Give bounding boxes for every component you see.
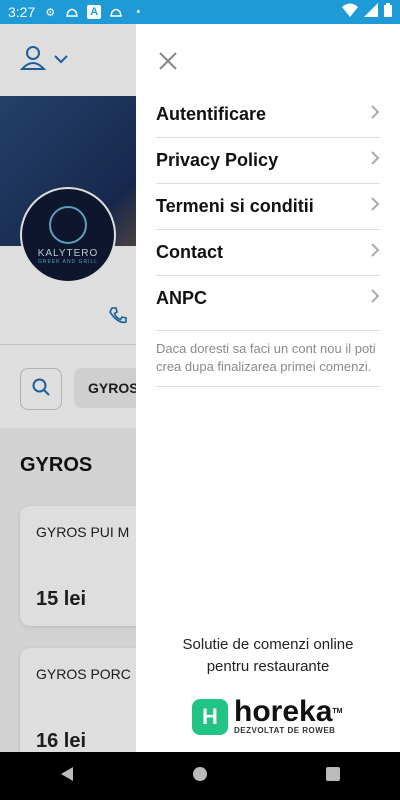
account-note: Daca doresti sa faci un cont nou il poti… — [156, 340, 380, 387]
chevron-right-icon — [370, 104, 380, 125]
menu-item-label: Termeni si conditii — [156, 196, 314, 216]
menu-item-label: Privacy Policy — [156, 150, 279, 170]
notification-icon — [65, 5, 79, 19]
recents-icon[interactable] — [313, 766, 353, 787]
menu-item-contact[interactable]: Contact — [156, 230, 380, 276]
menu-item-anpc[interactable]: ANPC — [156, 276, 380, 321]
side-drawer: Autentificare Privacy Policy Termeni si … — [136, 24, 400, 752]
menu-item-label: Contact — [156, 242, 223, 262]
horeka-h-icon: H — [192, 698, 228, 735]
status-bar: 3:27 ⚙ A • — [0, 0, 400, 24]
scrim-overlay[interactable] — [0, 24, 136, 752]
settings-icon: ⚙ — [45, 6, 56, 19]
a-icon: A — [87, 5, 102, 19]
chevron-right-icon — [370, 288, 380, 309]
close-icon — [158, 47, 178, 77]
back-icon[interactable] — [47, 766, 87, 787]
brand-name: horeka — [234, 695, 333, 728]
footer-line-2: pentru restaurante — [206, 658, 330, 675]
brand-sub: DEZVOLTAT DE ROWEB — [234, 726, 336, 735]
divider — [156, 330, 380, 331]
menu-item-termeni[interactable]: Termeni si conditii — [156, 184, 380, 230]
menu-item-label: ANPC — [156, 288, 208, 308]
home-icon[interactable] — [180, 766, 220, 787]
notification-icon — [109, 5, 123, 19]
menu-item-label: Autentificare — [156, 104, 267, 124]
wifi-icon — [342, 3, 358, 22]
close-button[interactable] — [156, 50, 180, 74]
menu-item-privacy-policy[interactable]: Privacy Policy — [156, 138, 380, 184]
signal-icon — [364, 2, 378, 22]
menu-item-autentificare[interactable]: Autentificare — [156, 92, 380, 138]
footer-line-1: Solutie de comenzi online — [182, 636, 354, 653]
drawer-menu: Autentificare Privacy Policy Termeni si … — [156, 92, 380, 321]
system-nav-bar — [0, 752, 400, 800]
brand-tm: TM — [332, 708, 343, 715]
chevron-right-icon — [370, 196, 380, 217]
battery-icon — [384, 2, 392, 22]
chevron-right-icon — [370, 150, 380, 171]
dot-icon: • — [136, 6, 141, 18]
horeka-logo: H horekaTM DEZVOLTAT DE ROWEB — [192, 695, 343, 735]
footer-text: Solutie de comenzi online pentru restaur… — [136, 634, 400, 678]
chevron-right-icon — [370, 242, 380, 263]
status-time: 3:27 — [8, 4, 36, 20]
